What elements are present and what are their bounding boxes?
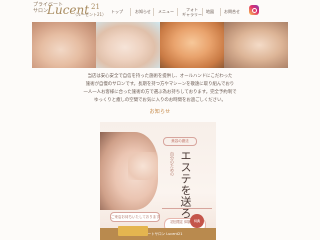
logo-number: 21 xyxy=(91,3,100,11)
banner-tag: 美容の魔法 xyxy=(163,137,197,146)
nav-item-gallery[interactable]: フォト ギャラリー xyxy=(182,7,202,17)
site-header: プライベート サロン Lucent 21 （ルーセント21） トップ お知らせ … xyxy=(0,0,320,20)
nav-divider xyxy=(153,8,154,16)
site-logo[interactable]: プライベート サロン Lucent 21 （ルーセント21） xyxy=(33,2,108,19)
hero-photo-oil xyxy=(160,22,224,68)
instagram-icon[interactable] xyxy=(249,5,259,15)
promo-banner[interactable]: 美容の魔法 自分のための エステを送ろう ご来店お待ちいたしております 初回限定… xyxy=(100,122,216,240)
banner-pill: ご来店お待ちいたしております xyxy=(110,212,160,222)
logo-kana: （ルーセント21） xyxy=(73,12,107,17)
intro-line: 施術が自慢のサロンです。長期を持つ方やマシーンを敬遠に取り組んでおり xyxy=(85,82,235,87)
nav-divider xyxy=(130,8,131,16)
nav-item-contact[interactable]: お問合せ xyxy=(224,9,240,14)
hero-photo-treatment xyxy=(224,22,288,68)
news-heading: お知らせ xyxy=(149,109,171,115)
nav-item-news[interactable]: お知らせ xyxy=(135,9,151,14)
banner-divider xyxy=(162,208,212,209)
hero-photo-strip xyxy=(32,22,288,68)
banner-subcopy: 自分のための xyxy=(170,152,175,176)
nav-divider xyxy=(202,8,203,16)
banner-red-seal: 特典 xyxy=(190,214,204,228)
nav-divider xyxy=(177,8,178,16)
nav-divider xyxy=(220,8,221,16)
banner-ribbon xyxy=(118,226,148,236)
intro-line: 当店は安心安全で自信を持った施術を提供し、オールハンドにこだわった xyxy=(87,74,233,79)
intro-text: 当店は安心安全で自信を持った施術を提供し、オールハンドにこだわった 施術が自慢の… xyxy=(60,73,260,105)
hero-photo-massage xyxy=(32,22,96,68)
banner-hand-image xyxy=(128,152,158,180)
nav-item-top[interactable]: トップ xyxy=(111,9,123,14)
intro-line: 一人一人お客様に合った施術の方で選ぶ為お持ちしております。完全予約制で xyxy=(83,90,237,95)
nav-item-map[interactable]: 地図 xyxy=(206,9,214,14)
nav-item-menu[interactable]: メニュー xyxy=(158,9,174,14)
hero-photo-facial xyxy=(96,22,160,68)
intro-line: ゆっくりと癒しの空間でお気に入りのお時間をお過ごしください。 xyxy=(94,98,226,103)
logo-line2: サロン xyxy=(33,8,49,14)
